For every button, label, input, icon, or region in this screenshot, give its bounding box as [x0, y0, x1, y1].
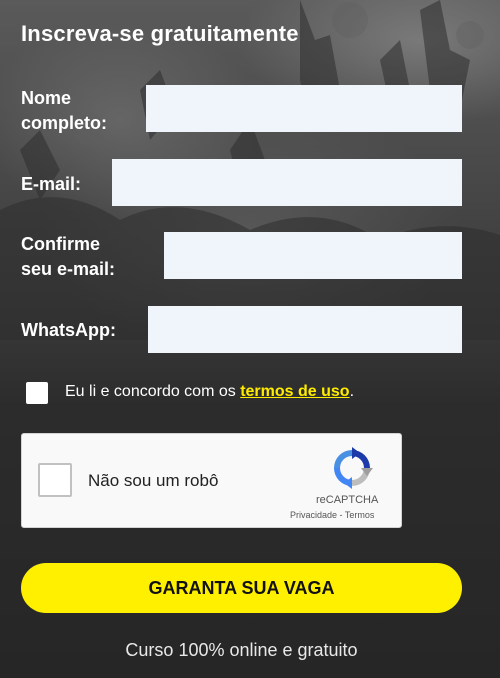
full-name-input[interactable] — [146, 85, 462, 132]
recaptcha-brand: reCAPTCHA — [316, 494, 379, 506]
course-footnote: Curso 100% online e gratuito — [125, 640, 358, 660]
terms-text-after: . — [349, 383, 355, 400]
recaptcha-links-separator: - — [337, 510, 345, 520]
full-name-label-line1: Nome — [21, 88, 72, 108]
confirm-email-label: Confirme seu e-mail: — [21, 232, 115, 282]
terms-link[interactable]: termos de uso — [240, 383, 349, 400]
terms-checkbox[interactable] — [26, 382, 48, 404]
form-title: Inscreva-se gratuitamente — [21, 21, 299, 46]
full-name-label: Nome completo: — [21, 86, 107, 136]
whatsapp-input[interactable] — [148, 306, 462, 353]
email-input[interactable] — [112, 159, 462, 206]
recaptcha-privacy-link[interactable]: Privacidade — [290, 510, 337, 520]
confirm-email-label-line1: Confirme — [21, 234, 101, 254]
recaptcha-logo-icon — [334, 447, 373, 489]
recaptcha-label: Não sou um robô — [88, 471, 219, 490]
submit-button[interactable]: GARANTA SUA VAGA — [21, 563, 462, 613]
terms-statement: Eu li e concordo com os termos de uso. — [65, 383, 354, 401]
recaptcha-terms-link[interactable]: Termos — [345, 510, 375, 520]
signup-panel: Inscreva-se gratuitamente Nome completo:… — [0, 0, 500, 678]
email-label: E-mail: — [21, 174, 82, 194]
recaptcha-checkbox[interactable] — [38, 463, 72, 497]
confirm-email-label-line2: seu e-mail: — [21, 259, 116, 279]
whatsapp-label: WhatsApp: — [21, 320, 116, 340]
confirm-email-input[interactable] — [164, 232, 462, 279]
recaptcha-widget: Não sou um robô reCAPTCHA Privacidade - … — [21, 433, 402, 528]
full-name-label-line2: completo: — [21, 113, 108, 133]
recaptcha-links: Privacidade - Termos — [290, 510, 374, 520]
terms-text-before: Eu li e concordo com os — [65, 383, 241, 400]
